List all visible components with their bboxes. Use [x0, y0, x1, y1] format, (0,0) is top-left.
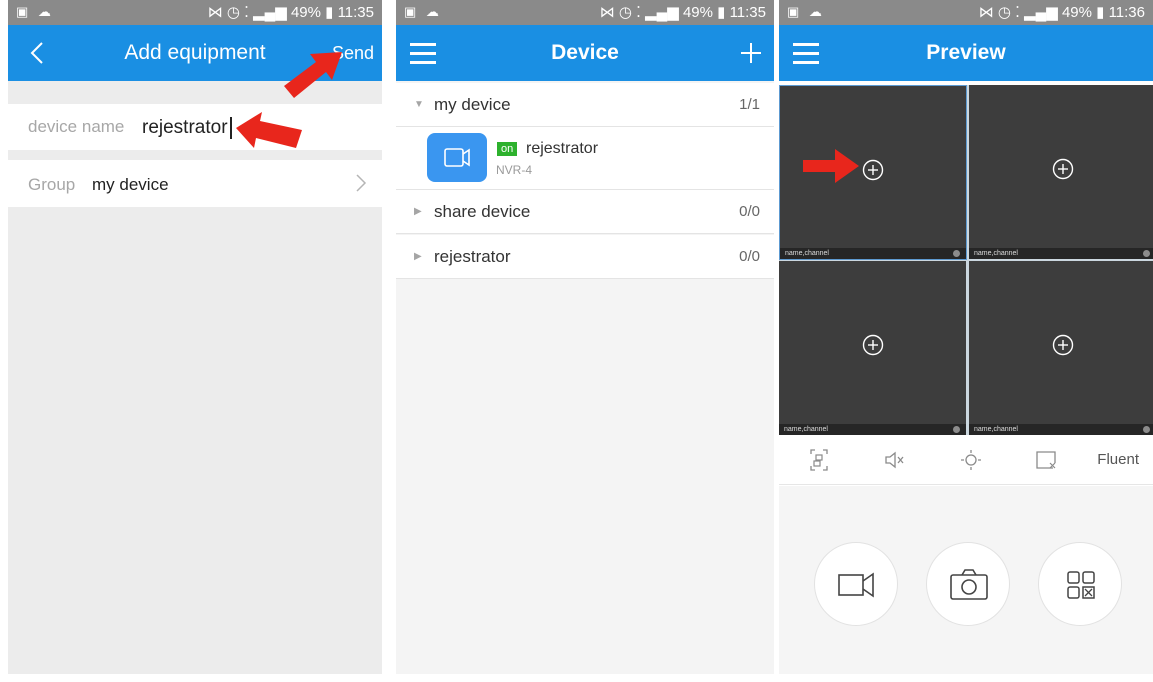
collapsed-triangle-icon: ▶	[414, 251, 422, 262]
fullscreen-split-icon[interactable]	[806, 447, 832, 473]
channel-caption: name,channel	[969, 248, 1153, 259]
status-bar: ▣ ☁ ⋈ ◷ ⁚ ▂▄▆ 49% ▮ 11:36	[779, 0, 1153, 25]
group-label: my device	[434, 95, 511, 114]
channel-status-dot	[953, 426, 960, 433]
add-equipment-screen: ▣ ☁ ⋈ ◷ ⁚ ▂▄▆ 49% ▮ 11:35 Add equipment …	[8, 0, 382, 674]
video-camera-icon	[444, 148, 470, 167]
group-count: 0/0	[739, 248, 760, 265]
preview-grid: name,channel name,channel name,channel n…	[779, 85, 1153, 435]
preview-screen: ▣ ☁ ⋈ ◷ ⁚ ▂▄▆ 49% ▮ 11:36 Preview name,c…	[779, 0, 1153, 674]
clock: 11:36	[1108, 4, 1145, 21]
device-name-field[interactable]: device name rejestrator	[8, 104, 382, 150]
device-name-input[interactable]: rejestrator	[142, 117, 232, 139]
device-screen: ▣ ☁ ⋈ ◷ ⁚ ▂▄▆ 49% ▮ 11:35 Device ▼ my de…	[396, 0, 774, 674]
collapsed-triangle-icon: ▶	[414, 206, 422, 217]
channel-caption: name,channel	[779, 424, 966, 435]
clock: 11:35	[729, 4, 766, 21]
video-cell[interactable]: name,channel	[969, 85, 1153, 259]
video-cell[interactable]: name,channel	[779, 261, 966, 435]
grid-layout-icon	[1067, 571, 1095, 599]
group-label: rejestrator	[434, 247, 511, 266]
clock: 11:35	[337, 4, 374, 21]
status-bar: ▣ ☁ ⋈ ◷ ⁚ ▂▄▆ 49% ▮ 11:35	[396, 0, 774, 25]
camera-icon	[950, 569, 988, 600]
device-model: NVR-4	[496, 163, 533, 177]
stream-quality-button[interactable]: Fluent	[1097, 451, 1139, 468]
notification-icons: ▣ ☁	[787, 4, 825, 19]
device-name-label: device name	[28, 117, 125, 136]
system-icons: ⋈ ◷ ⁚ ▂▄▆ 49% ▮	[978, 4, 1105, 21]
close-channel-icon[interactable]	[1033, 447, 1059, 473]
ptz-control-icon[interactable]	[958, 447, 984, 473]
page-title: Preview	[926, 41, 1006, 64]
video-cell[interactable]: name,channel	[969, 261, 1153, 435]
video-camera-icon	[838, 572, 874, 598]
system-icons: ⋈ ◷ ⁚ ▂▄▆ 49% ▮	[207, 4, 334, 21]
channel-status-dot	[1143, 250, 1150, 257]
group-row-share-device[interactable]: ▶ share device 0/0	[396, 190, 774, 234]
mute-icon[interactable]	[882, 447, 908, 473]
multi-view-button[interactable]	[1038, 542, 1122, 626]
camera-tile	[427, 133, 487, 182]
add-channel-icon[interactable]	[862, 334, 884, 356]
red-arrow-pointer	[284, 52, 342, 98]
device-name-value: rejestrator	[142, 117, 228, 139]
status-badge: on	[497, 142, 518, 156]
channel-caption: name,channel	[780, 248, 966, 259]
red-arrow-pointer	[236, 112, 302, 148]
channel-status-dot	[953, 250, 960, 257]
device-row[interactable]: on rejestrator NVR-4	[396, 127, 774, 190]
plus-icon	[741, 43, 761, 63]
capture-controls	[779, 486, 1153, 674]
device-name: rejestrator	[526, 140, 599, 157]
status-bar: ▣ ☁ ⋈ ◷ ⁚ ▂▄▆ 49% ▮ 11:35	[8, 0, 382, 25]
group-value: my device	[92, 175, 169, 194]
add-channel-icon[interactable]	[1052, 158, 1074, 180]
text-cursor	[229, 117, 232, 139]
group-field[interactable]: Group my device	[8, 160, 382, 207]
page-title: Device	[551, 41, 619, 64]
channel-status-dot	[1143, 426, 1150, 433]
notification-icons: ▣ ☁	[16, 4, 54, 19]
add-device-button[interactable]	[736, 33, 766, 73]
red-arrow-pointer	[803, 149, 859, 183]
group-label: share device	[434, 202, 531, 221]
add-channel-icon[interactable]	[1052, 334, 1074, 356]
group-row-rejestrator[interactable]: ▶ rejestrator 0/0	[396, 235, 774, 279]
group-label: Group	[28, 175, 76, 194]
app-bar: Preview	[779, 25, 1153, 81]
group-count: 1/1	[739, 96, 760, 113]
record-button[interactable]	[814, 542, 898, 626]
group-row-my-device[interactable]: ▼ my device 1/1	[396, 83, 774, 127]
add-channel-icon[interactable]	[862, 159, 884, 181]
channel-caption: name,channel	[969, 424, 1153, 435]
system-icons: ⋈ ◷ ⁚ ▂▄▆ 49% ▮	[599, 4, 726, 21]
group-count: 0/0	[739, 203, 760, 220]
expanded-triangle-icon: ▼	[414, 99, 424, 110]
notification-icons: ▣ ☁	[404, 4, 442, 19]
app-bar: Device	[396, 25, 774, 81]
chevron-right-icon	[356, 174, 367, 192]
snapshot-button[interactable]	[926, 542, 1010, 626]
preview-toolbar: Fluent	[779, 435, 1153, 485]
